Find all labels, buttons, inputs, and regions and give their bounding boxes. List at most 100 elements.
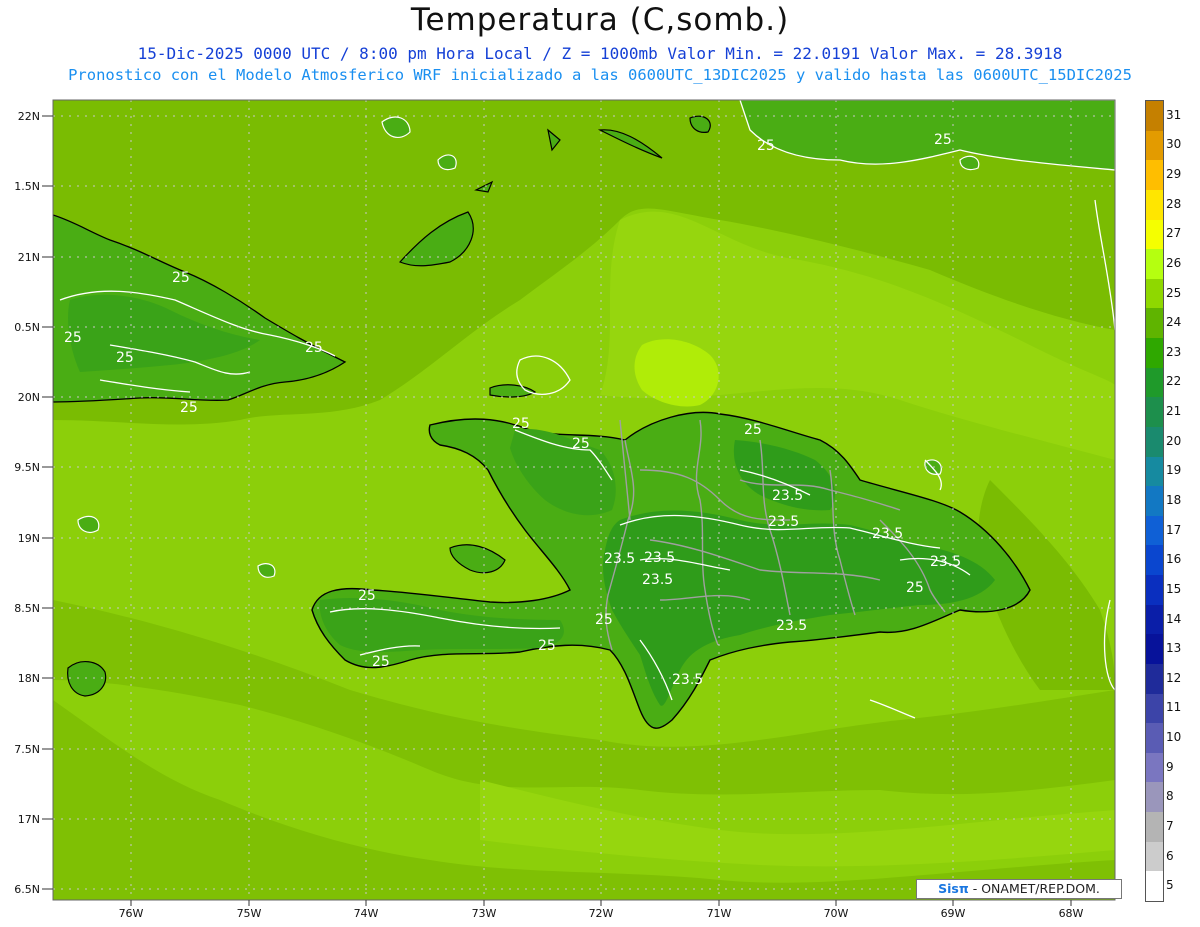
coast-west-2 bbox=[53, 204, 54, 205]
colorbar-label: 7 bbox=[1166, 818, 1174, 833]
colorbar-segment bbox=[1146, 278, 1163, 309]
x-tick-label: 73W bbox=[472, 907, 497, 920]
colorbar-segment bbox=[1146, 812, 1163, 842]
cay-2 bbox=[437, 154, 457, 171]
contour-label: 23.5 bbox=[672, 672, 703, 688]
colorbar-label: 19 bbox=[1166, 463, 1182, 478]
colorbar-label: 10 bbox=[1166, 730, 1182, 745]
colorbar-label: 24 bbox=[1166, 315, 1182, 330]
cay-3 bbox=[959, 155, 980, 171]
contour-label: 25 bbox=[64, 330, 82, 346]
colorbar-label: 6 bbox=[1166, 848, 1174, 863]
colorbar-label: 15 bbox=[1166, 581, 1182, 596]
colorbar-label: 21 bbox=[1166, 404, 1182, 419]
colorbar-segment bbox=[1146, 515, 1163, 546]
y-tick-label: 6.5N bbox=[14, 883, 40, 896]
credit-text: - ONAMET/REP.DOM. bbox=[972, 881, 1100, 896]
colorbar bbox=[1145, 100, 1164, 902]
contour-label: 23.5 bbox=[930, 554, 961, 570]
colorbar-label: 28 bbox=[1166, 196, 1182, 211]
colorbar-label: 23 bbox=[1166, 344, 1182, 359]
x-tick-label: 72W bbox=[589, 907, 614, 920]
y-tick-label: 17N bbox=[18, 813, 40, 826]
contour-label: 25 bbox=[305, 340, 323, 356]
x-tick-label: 74W bbox=[354, 907, 379, 920]
colorbar-segment bbox=[1146, 249, 1163, 279]
colorbar-segment bbox=[1146, 545, 1163, 575]
colorbar-label: 12 bbox=[1166, 670, 1182, 685]
y-axis-ticks bbox=[42, 115, 53, 890]
colorbar-segment bbox=[1146, 871, 1163, 901]
colorbar-segment bbox=[1146, 189, 1163, 220]
contour-label: 25 bbox=[757, 138, 775, 154]
colorbar-label: 16 bbox=[1166, 552, 1182, 567]
colorbar-segment bbox=[1146, 130, 1163, 161]
colorbar-label: 25 bbox=[1166, 285, 1182, 300]
colorbar-label: 30 bbox=[1166, 137, 1182, 152]
x-tick-label: 70W bbox=[824, 907, 849, 920]
colorbar-segment bbox=[1146, 101, 1163, 131]
colorbar-segment bbox=[1146, 397, 1163, 427]
contour-label: 23.5 bbox=[604, 551, 635, 567]
colorbar-segment bbox=[1146, 160, 1163, 190]
y-tick-label: 9.5N bbox=[14, 461, 40, 474]
contour-label: 25 bbox=[116, 350, 134, 366]
colorbar-segment bbox=[1146, 782, 1163, 812]
colorbar-segment bbox=[1146, 723, 1163, 753]
colorbar-segment bbox=[1146, 308, 1163, 338]
contour-label: 23.5 bbox=[768, 514, 799, 530]
contour-label: 25 bbox=[744, 422, 762, 438]
colorbar-label: 13 bbox=[1166, 641, 1182, 656]
x-tick-label: 76W bbox=[119, 907, 144, 920]
colorbar-segment bbox=[1146, 663, 1163, 694]
colorbar-label: 8 bbox=[1166, 789, 1174, 804]
contour-label: 25 bbox=[372, 654, 390, 670]
x-tick-label: 75W bbox=[237, 907, 262, 920]
contour-label: 25 bbox=[906, 580, 924, 596]
colorbar-label: 26 bbox=[1166, 255, 1182, 270]
y-tick-label: 1.5N bbox=[14, 180, 40, 193]
x-tick-label: 71W bbox=[707, 907, 732, 920]
colorbar-segment bbox=[1146, 219, 1163, 250]
colorbar-label: 17 bbox=[1166, 522, 1182, 537]
colorbar-label: 31 bbox=[1166, 107, 1182, 122]
credit-box: Sisπ - ONAMET/REP.DOM. bbox=[916, 879, 1122, 899]
y-tick-label: 20N bbox=[18, 391, 40, 404]
colorbar-segment bbox=[1146, 575, 1163, 605]
contour-label: 25 bbox=[538, 638, 556, 654]
contour-label: 23.5 bbox=[872, 526, 903, 542]
y-tick-label: 19N bbox=[18, 532, 40, 545]
coast-west-1 bbox=[53, 630, 54, 631]
contour-label: 25 bbox=[358, 588, 376, 604]
y-tick-label: 7.5N bbox=[14, 743, 40, 756]
colorbar-label: 20 bbox=[1166, 433, 1182, 448]
colorbar-segment bbox=[1146, 841, 1163, 872]
colorbar-segment bbox=[1146, 367, 1163, 398]
temperature-map: 25 25 25 25 25 25 25 25 25 25 25 25 25 2… bbox=[14, 99, 1116, 920]
colorbar-label: 29 bbox=[1166, 167, 1182, 182]
contour-label: 25 bbox=[595, 612, 613, 628]
contour-label: 23.5 bbox=[776, 618, 807, 634]
contour-label: 25 bbox=[512, 416, 530, 432]
y-tick-label: 0.5N bbox=[14, 321, 40, 334]
x-tick-label: 68W bbox=[1059, 907, 1084, 920]
colorbar-segment bbox=[1146, 426, 1163, 457]
y-tick-label: 18N bbox=[18, 672, 40, 685]
contour-label: 25 bbox=[572, 436, 590, 452]
contour-label: 23.5 bbox=[644, 550, 675, 566]
colorbar-label: 18 bbox=[1166, 493, 1182, 507]
colorbar-segment bbox=[1146, 634, 1163, 664]
contour-label: 25 bbox=[180, 400, 198, 416]
colorbar-segment bbox=[1146, 604, 1163, 635]
contour-label: 23.5 bbox=[772, 488, 803, 504]
colorbar-label: 27 bbox=[1166, 226, 1182, 241]
contour-label: 25 bbox=[934, 132, 952, 148]
x-axis: 76W 75W 74W 73W 72W 71W 70W 69W 68W bbox=[119, 907, 1084, 920]
y-tick-label: 21N bbox=[18, 251, 40, 264]
y-tick-label: 8.5N bbox=[14, 602, 40, 615]
sispi-logo: Sisπ bbox=[938, 881, 969, 896]
contour-label: 25 bbox=[172, 270, 190, 286]
contour-label: 23.5 bbox=[642, 572, 673, 588]
y-axis: 22N 1.5N 21N 0.5N 20N 9.5N 19N 8.5N 18N … bbox=[14, 110, 40, 896]
colorbar-segment bbox=[1146, 338, 1163, 368]
